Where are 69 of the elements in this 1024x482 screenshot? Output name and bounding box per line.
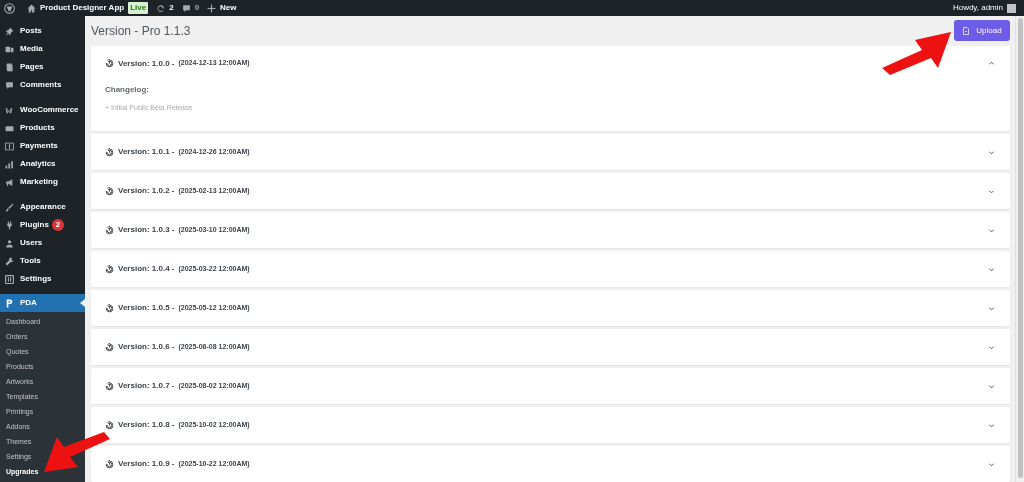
wordpress-logo-icon xyxy=(4,2,15,14)
megaphone-icon xyxy=(5,177,14,187)
pointer-arrow xyxy=(882,32,951,75)
version-label: Version: 1.0.9 - xyxy=(118,458,175,470)
version-label: Version: 1.0.4 - xyxy=(118,263,175,275)
chevron-down-icon xyxy=(988,421,995,429)
menu-item[interactable]: Pages xyxy=(0,58,85,76)
home-icon xyxy=(27,3,36,13)
banknote-icon xyxy=(5,141,14,151)
version-label: Version: 1.0.6 - xyxy=(118,341,175,353)
menu-item[interactable]: Posts xyxy=(0,22,85,40)
refresh-icon xyxy=(156,3,166,13)
speech-bubble-icon xyxy=(181,3,191,13)
menu-item[interactable]: WooCommerce xyxy=(0,101,85,119)
greeting-link[interactable]: Howdy, admin xyxy=(952,2,1003,14)
pages-icon xyxy=(5,62,14,72)
chevron-down-icon xyxy=(988,148,995,156)
chevron-down-icon xyxy=(988,304,995,312)
pointer-arrow xyxy=(44,432,110,472)
chevron-down-icon xyxy=(988,226,995,234)
box-icon xyxy=(5,123,14,133)
version-label: Version: 1.0.7 - xyxy=(118,380,175,392)
chevron-down-icon xyxy=(988,187,995,195)
sliders-icon xyxy=(5,274,14,284)
version-label: Version: 1.0.0 - xyxy=(118,57,175,70)
menu-item[interactable]: Analytics xyxy=(0,155,85,173)
plug-icon xyxy=(5,220,14,230)
menu-item[interactable]: Settings xyxy=(0,270,85,288)
site-name[interactable]: Product Designer App xyxy=(40,2,125,14)
media-icon xyxy=(5,44,14,54)
menu-item[interactable]: Products xyxy=(0,119,85,137)
chevron-down-icon xyxy=(988,265,995,273)
chevron-down-icon xyxy=(988,343,995,351)
file-icon xyxy=(962,26,971,35)
menu-item[interactable]: Tools xyxy=(0,252,85,270)
speech-bubble-icon xyxy=(5,80,14,90)
version-label: Version: 1.0.1 - xyxy=(118,146,175,158)
version-label: Version: 1.0.3 - xyxy=(118,224,175,236)
menu-item[interactable]: Users xyxy=(0,234,85,252)
avatar-icon xyxy=(1007,3,1016,13)
menu-item[interactable]: Plugins 2 xyxy=(0,216,85,234)
update-count[interactable]: 2 xyxy=(169,2,174,14)
menu-item[interactable]: Comments xyxy=(0,76,85,94)
user-icon xyxy=(5,238,14,248)
wrench-icon xyxy=(5,256,14,266)
version-label: Version: 1.0.8 - xyxy=(118,419,175,431)
menu-item[interactable]: Media xyxy=(0,40,85,58)
menu-item[interactable]: Appearance xyxy=(0,198,85,216)
version-label: Version: 1.0.5 - xyxy=(118,302,175,314)
page-title: Version - Pro 1.1.3 xyxy=(91,22,191,40)
chevron-down-icon xyxy=(988,460,995,468)
count-badge: 2 xyxy=(51,219,64,231)
menu-item[interactable]: Marketing xyxy=(0,173,85,191)
changelog-title: Changelog: xyxy=(105,83,150,96)
comment-count[interactable]: 0 xyxy=(194,2,200,14)
new-link[interactable]: New xyxy=(220,2,237,14)
p-logo-icon xyxy=(5,298,14,308)
brush-icon xyxy=(5,202,14,212)
plus-icon xyxy=(207,3,217,13)
chevron-down-icon xyxy=(988,382,995,390)
bar-chart-icon xyxy=(5,159,14,169)
upload-button[interactable]: Upload xyxy=(954,20,1010,42)
current-menu-item[interactable]: PDA xyxy=(0,294,85,312)
pin-icon xyxy=(5,26,14,36)
menu-item[interactable]: Payments xyxy=(0,137,85,155)
live-badge: Live xyxy=(128,2,149,14)
w-logo-icon xyxy=(5,105,14,115)
chevron-up-icon xyxy=(988,60,995,67)
version-label: Version: 1.0.2 - xyxy=(118,185,175,197)
